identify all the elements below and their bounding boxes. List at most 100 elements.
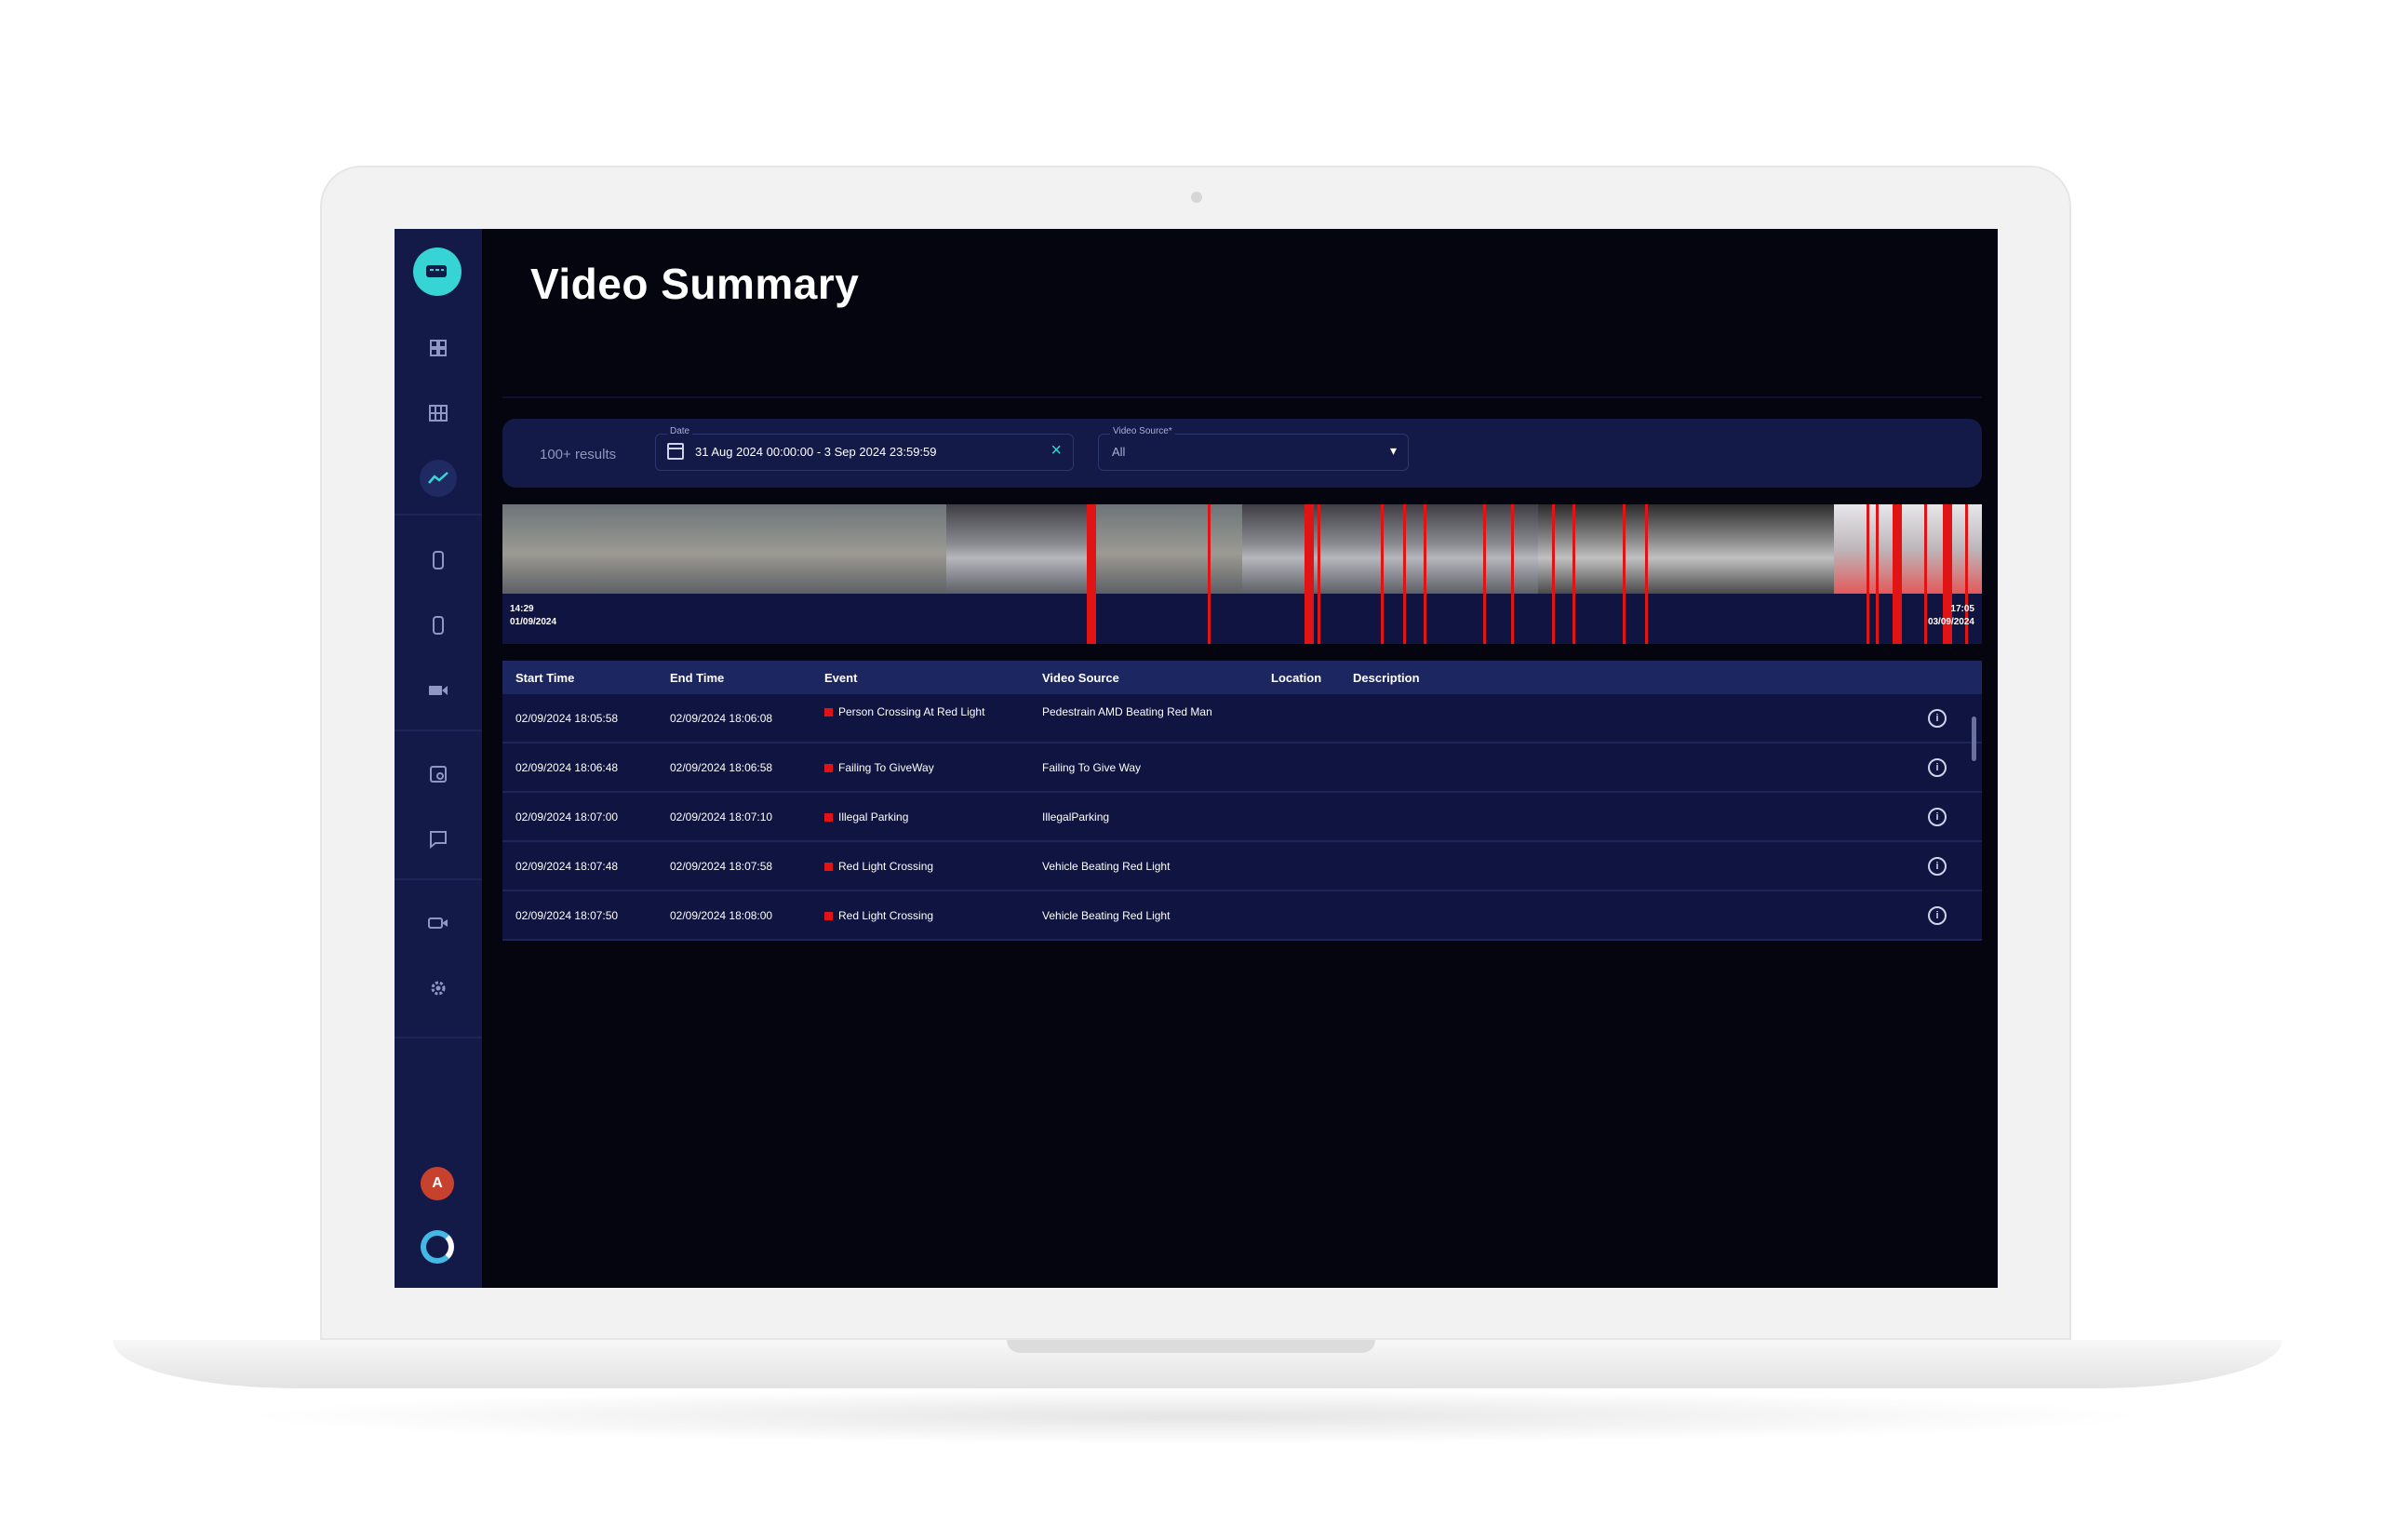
camera-logo-icon[interactable] — [413, 248, 462, 296]
info-icon[interactable]: i — [1928, 758, 1947, 777]
info-icon[interactable]: i — [1928, 857, 1947, 876]
video-timeline[interactable]: 14:29 01/09/2024 17:05 03/09/2024 — [502, 504, 1982, 644]
event-marker[interactable] — [1893, 504, 1902, 644]
event-status-icon — [824, 813, 833, 823]
analytics-icon[interactable] — [420, 460, 457, 497]
video-source-value: All — [1112, 445, 1126, 459]
event-marker[interactable] — [1403, 504, 1406, 644]
device-icon[interactable] — [420, 542, 457, 579]
event-marker[interactable] — [1876, 504, 1879, 644]
cell-start-time: 02/09/2024 18:07:48 — [515, 860, 619, 873]
event-status-icon — [824, 863, 833, 872]
event-marker[interactable] — [1424, 504, 1426, 644]
event-marker[interactable] — [1087, 504, 1096, 644]
video-thumbnail — [1686, 504, 1834, 594]
cell-video-source: Vehicle Beating Red Light — [1042, 909, 1171, 922]
video-source-label: Video Source* — [1110, 426, 1175, 436]
table-row[interactable]: 02/09/2024 18:07:48 02/09/2024 18:07:58 … — [502, 842, 1982, 891]
cell-video-source: Pedestrain AMD Beating Red Man — [1042, 705, 1212, 718]
event-status-icon — [824, 912, 833, 921]
table-row[interactable]: 02/09/2024 18:07:50 02/09/2024 18:08:00 … — [502, 891, 1982, 941]
table-row[interactable]: 02/09/2024 18:05:58 02/09/2024 18:06:08 … — [502, 694, 1982, 743]
event-marker[interactable] — [1867, 504, 1869, 644]
cell-end-time: 02/09/2024 18:06:58 — [670, 761, 773, 774]
video-source-select[interactable]: Video Source* All ▾ — [1098, 426, 1409, 471]
date-label: Date — [667, 426, 693, 436]
event-marker[interactable] — [1924, 504, 1927, 644]
video-icon[interactable] — [420, 672, 457, 709]
app-screen: A Video Summary 100+ results Date 31 Aug… — [395, 229, 1998, 1288]
date-range-field[interactable]: Date 31 Aug 2024 00:00:00 - 3 Sep 2024 2… — [655, 426, 1074, 471]
event-marker[interactable] — [1381, 504, 1384, 644]
cell-start-time: 02/09/2024 18:07:50 — [515, 909, 619, 922]
event-label: Person Crossing At Red Light — [838, 705, 985, 718]
header-description[interactable]: Description — [1353, 671, 1420, 685]
cell-video-source: Vehicle Beating Red Light — [1042, 860, 1171, 873]
cell-event: Red Light Crossing — [824, 860, 933, 873]
header-video-source[interactable]: Video Source — [1042, 671, 1119, 685]
info-icon[interactable]: i — [1928, 906, 1947, 925]
video-thumbnail — [1390, 504, 1538, 594]
header-start-time[interactable]: Start Time — [515, 671, 574, 685]
report-icon[interactable] — [420, 756, 457, 793]
cell-end-time: 02/09/2024 18:07:10 — [670, 810, 773, 824]
header-end-time[interactable]: End Time — [670, 671, 724, 685]
cell-video-source: IllegalParking — [1042, 810, 1110, 824]
header-location[interactable]: Location — [1271, 671, 1321, 685]
event-marker[interactable] — [1645, 504, 1648, 644]
video-thumbnail — [650, 504, 798, 594]
info-icon[interactable]: i — [1928, 709, 1947, 728]
clear-icon[interactable]: × — [1050, 440, 1062, 462]
laptop-notch — [1007, 1340, 1375, 1353]
info-icon[interactable]: i — [1928, 808, 1947, 826]
event-label: Red Light Crossing — [838, 909, 934, 922]
cell-event: Person Crossing At Red Light — [824, 703, 1010, 720]
device-alt-icon[interactable] — [420, 607, 457, 644]
sidebar-divider — [395, 878, 482, 880]
event-marker[interactable] — [1552, 504, 1555, 644]
sidebar-divider — [395, 1037, 482, 1038]
camera-icon[interactable] — [420, 904, 457, 942]
settings-icon[interactable] — [420, 970, 457, 1007]
webcam — [1191, 192, 1202, 203]
table-scrollbar[interactable] — [1972, 716, 1976, 761]
event-status-icon — [824, 708, 833, 716]
user-avatar[interactable]: A — [421, 1167, 454, 1200]
message-icon[interactable] — [420, 821, 457, 858]
cell-event: Illegal Parking — [824, 810, 908, 824]
video-thumbnail — [1242, 504, 1390, 594]
event-marker[interactable] — [1623, 504, 1626, 644]
cell-start-time: 02/09/2024 18:07:00 — [515, 810, 619, 824]
timeline-start-label: 14:29 01/09/2024 — [510, 603, 556, 629]
table-row[interactable]: 02/09/2024 18:07:00 02/09/2024 18:07:10 … — [502, 793, 1982, 842]
video-thumbnail — [502, 504, 650, 594]
brand-logo-icon — [421, 1230, 454, 1264]
cell-event: Failing To GiveWay — [824, 761, 934, 774]
event-marker[interactable] — [1511, 504, 1514, 644]
timeline-start-time: 14:29 — [510, 604, 534, 614]
calendar-icon[interactable] — [667, 443, 684, 460]
filter-bar: 100+ results Date 31 Aug 2024 00:00:00 -… — [502, 419, 1982, 488]
header-event[interactable]: Event — [824, 671, 857, 685]
title-divider — [502, 396, 1982, 398]
event-label: Red Light Crossing — [838, 860, 934, 873]
table-row[interactable]: 02/09/2024 18:06:48 02/09/2024 18:06:58 … — [502, 743, 1982, 793]
cell-end-time: 02/09/2024 18:06:08 — [670, 712, 773, 725]
event-marker[interactable] — [1208, 504, 1211, 644]
thumbnail-strip — [502, 504, 1982, 594]
date-range-value: 31 Aug 2024 00:00:00 - 3 Sep 2024 23:59:… — [695, 445, 937, 459]
cell-start-time: 02/09/2024 18:06:48 — [515, 761, 619, 774]
cell-start-time: 02/09/2024 18:05:58 — [515, 712, 619, 725]
dashboard-icon[interactable] — [420, 329, 457, 367]
grid-icon[interactable] — [420, 395, 457, 432]
event-marker[interactable] — [1305, 504, 1314, 644]
video-thumbnail — [946, 504, 1094, 594]
results-count: 100+ results — [540, 447, 617, 462]
event-marker[interactable] — [1572, 504, 1575, 644]
event-marker[interactable] — [1483, 504, 1486, 644]
cell-event: Red Light Crossing — [824, 909, 933, 922]
event-marker[interactable] — [1318, 504, 1320, 644]
event-label: Failing To GiveWay — [838, 761, 934, 774]
video-thumbnail — [798, 504, 946, 594]
chevron-down-icon[interactable]: ▾ — [1390, 443, 1397, 459]
